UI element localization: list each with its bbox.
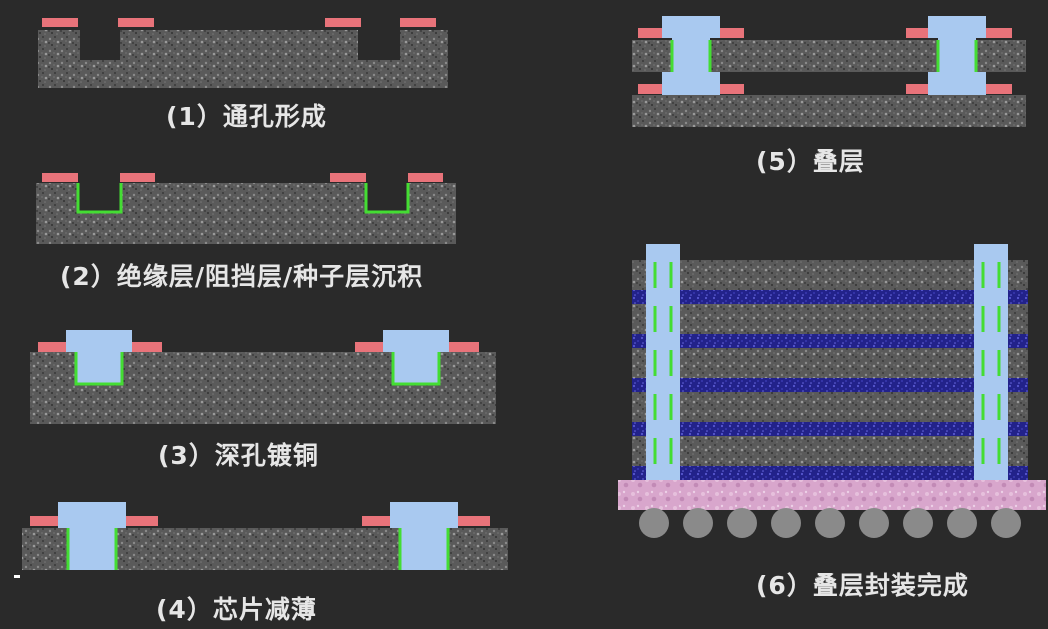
- solder-ball: [859, 508, 889, 538]
- step1-figure: [38, 18, 448, 88]
- marker-dash: [14, 575, 20, 578]
- solder-ball: [991, 508, 1021, 538]
- step2-figure: [36, 173, 456, 244]
- step2-liner: [76, 183, 123, 214]
- step5-pad: [986, 28, 1012, 38]
- step5-pad: [718, 28, 744, 38]
- step4-label: (4）芯片减薄: [156, 595, 317, 624]
- solder-ball: [903, 508, 933, 538]
- step6-copper-column: [974, 244, 1008, 480]
- step6-figure: [618, 244, 1046, 538]
- step3-figure: [30, 330, 496, 424]
- step6-die: [632, 392, 1028, 422]
- step1-label: (1）通孔形成: [166, 102, 327, 131]
- step5-pad: [986, 84, 1012, 94]
- step2-pad: [408, 173, 443, 182]
- step1-pad: [325, 18, 361, 27]
- step6-label: (6）叠层封装完成: [756, 571, 969, 600]
- tsv-process-diagram: (1）通孔形成 (2）绝缘层/阻挡层/种子层沉积 (3）深孔镀铜 (4）芯片减薄…: [0, 0, 1048, 625]
- solder-ball: [639, 508, 669, 538]
- step4-pad: [458, 516, 490, 526]
- step6-solder-balls: [639, 508, 1021, 538]
- step1-pad: [118, 18, 154, 27]
- step5-figure: [632, 16, 1026, 127]
- step2-label: (2）绝缘层/阻挡层/种子层沉积: [60, 262, 424, 291]
- step4-pad: [30, 516, 60, 526]
- step1-pad: [400, 18, 436, 27]
- solder-ball: [815, 508, 845, 538]
- step6-underfill: [632, 378, 1028, 392]
- step6-die: [632, 260, 1028, 290]
- solder-ball: [771, 508, 801, 538]
- step3-pad: [38, 342, 68, 352]
- step6-copper-column: [646, 244, 680, 480]
- step3-pad: [447, 342, 479, 352]
- step5-wafer-bottom: [632, 95, 1026, 127]
- step6-underfill: [632, 466, 1028, 480]
- step4-figure: [14, 502, 508, 578]
- step2-liner: [364, 183, 410, 214]
- step3-pad: [355, 342, 385, 352]
- step6-die: [632, 436, 1028, 466]
- step5-pad: [638, 84, 664, 94]
- step2-pad: [330, 173, 366, 182]
- step1-wafer: [38, 30, 448, 88]
- step3-label: (3）深孔镀铜: [158, 441, 319, 470]
- step4-pad: [126, 516, 158, 526]
- step5-pad: [638, 28, 664, 38]
- step5-label: (5）叠层: [756, 147, 865, 176]
- step6-die: [632, 348, 1028, 378]
- step6-underfill: [632, 334, 1028, 348]
- step4-pad: [362, 516, 392, 526]
- step6-substrate: [618, 480, 1046, 510]
- solder-ball: [683, 508, 713, 538]
- solder-ball: [727, 508, 757, 538]
- step2-pad: [42, 173, 78, 182]
- process-illustration: [14, 16, 1046, 578]
- step2-pad: [120, 173, 155, 182]
- step6-underfill: [632, 290, 1028, 304]
- solder-ball: [947, 508, 977, 538]
- step6-die: [632, 304, 1028, 334]
- step6-underfill: [632, 422, 1028, 436]
- step5-pad: [718, 84, 744, 94]
- step1-pad: [42, 18, 78, 27]
- step3-pad: [130, 342, 162, 352]
